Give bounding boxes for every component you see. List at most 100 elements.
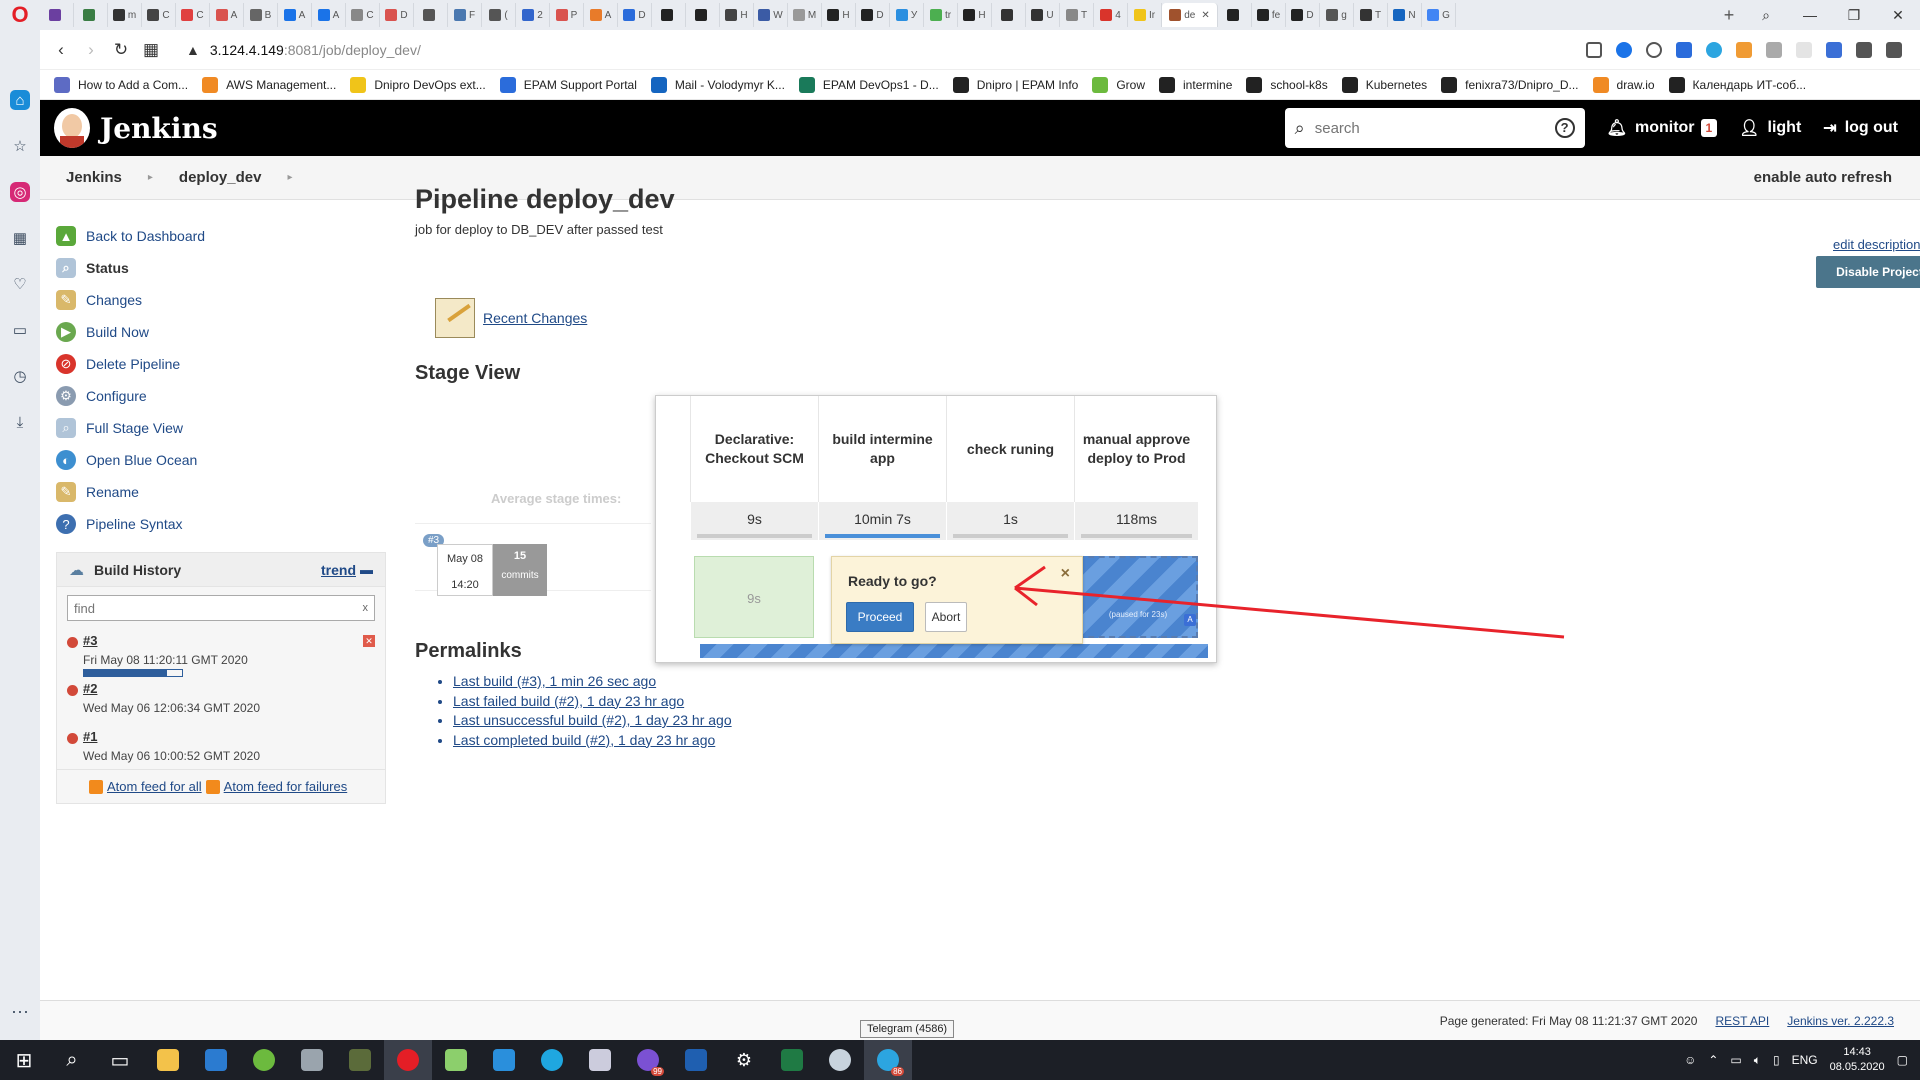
stage-cell-paused[interactable]: (paused for 23s) A xyxy=(1078,556,1198,638)
bookmark-item[interactable]: Kubernetes xyxy=(1341,76,1427,93)
save-to-pocket-icon[interactable] xyxy=(1676,41,1692,58)
opera-logo-icon[interactable]: O xyxy=(0,0,40,30)
browser-tab[interactable]: M xyxy=(788,3,822,27)
atom-feed-failures-link[interactable]: Atom feed for failures xyxy=(224,779,348,794)
task-open-blue-ocean[interactable]: ◐ Open Blue Ocean xyxy=(56,444,326,476)
more-icon[interactable]: ··· xyxy=(0,1001,40,1022)
build-link[interactable]: #3 xyxy=(83,633,97,648)
vpn-shield-icon[interactable] xyxy=(1616,41,1632,58)
virtualbox-icon[interactable] xyxy=(576,1040,624,1080)
monitor-button[interactable]: 🔔︎ monitor 1 xyxy=(1607,118,1718,138)
help-icon[interactable]: ? xyxy=(1554,118,1575,138)
calculator-app-icon[interactable] xyxy=(672,1040,720,1080)
telegram-taskbar-icon[interactable]: 86 xyxy=(864,1040,912,1080)
bookmark-item[interactable]: fenixra73/Dnipro_D... xyxy=(1441,76,1579,93)
browser-tab[interactable]: ( xyxy=(482,3,516,27)
browser-tab[interactable]: H xyxy=(822,3,856,27)
cancel-build-icon[interactable]: ✕ xyxy=(363,635,375,647)
bookmark-item[interactable]: draw.io xyxy=(1592,76,1655,93)
breadcrumb-jenkins[interactable]: Jenkins xyxy=(66,169,122,186)
browser-tab[interactable]: N xyxy=(1388,3,1422,27)
bookmark-item[interactable]: EPAM Support Portal xyxy=(499,76,637,93)
permalink-last-unsuccessful[interactable]: Last unsuccessful build (#2), 1 day 23 h… xyxy=(453,712,732,728)
browser-tab[interactable]: D xyxy=(856,3,890,27)
tray-chevron-up-icon[interactable]: ⌃ xyxy=(1708,1053,1718,1067)
task-full-stage-view[interactable]: ⌕ Full Stage View xyxy=(56,412,326,444)
disable-project-button[interactable]: Disable Project xyxy=(1816,256,1920,288)
trend-link[interactable]: trend xyxy=(321,562,356,578)
jenkins-version-link[interactable]: Jenkins ver. 2.222.3 xyxy=(1787,1014,1894,1028)
task-pipeline-syntax[interactable]: ? Pipeline Syntax xyxy=(56,508,326,540)
paint-icon[interactable] xyxy=(816,1040,864,1080)
notifications-icon[interactable]: ▢ xyxy=(1897,1053,1908,1067)
utorrent-icon[interactable] xyxy=(240,1040,288,1080)
bookmark-item[interactable]: Mail - Volodymyr K... xyxy=(650,76,785,93)
menu-icon[interactable] xyxy=(1886,41,1902,58)
volume-icon[interactable]: 🔈︎ xyxy=(1754,1053,1761,1068)
browser-tab[interactable]: m xyxy=(108,3,142,27)
browser-tab[interactable]: A xyxy=(312,3,346,27)
build-link[interactable]: #2 xyxy=(83,681,97,696)
proceed-button[interactable]: Proceed xyxy=(846,602,914,632)
browser-tab[interactable]: 2 xyxy=(516,3,550,27)
download-ext-icon[interactable] xyxy=(1766,41,1782,58)
recent-changes-link[interactable]: Recent Changes xyxy=(483,310,587,326)
browser-tab[interactable]: tr xyxy=(924,3,958,27)
settings-gear-icon[interactable]: ⚙ xyxy=(720,1040,768,1080)
speed-dial-icon[interactable]: ▦ xyxy=(136,40,166,60)
bookmark-item[interactable]: Dnipro DevOps ext... xyxy=(350,76,486,93)
browser-tab[interactable] xyxy=(686,3,720,27)
telegram-ext-icon[interactable] xyxy=(1706,41,1722,58)
breadcrumb-deploy-dev[interactable]: deploy_dev xyxy=(179,169,262,186)
task-configure[interactable]: ⚙ Configure xyxy=(56,380,326,412)
browser-tab[interactable] xyxy=(74,3,108,27)
clear-filter-icon[interactable]: x xyxy=(363,602,369,614)
rest-api-link[interactable]: REST API xyxy=(1715,1014,1769,1028)
battery-icon[interactable]: ▭ xyxy=(1730,1053,1741,1067)
downloads-toolbar-icon[interactable] xyxy=(1856,41,1872,58)
browser-tab[interactable] xyxy=(652,3,686,27)
task-delete-pipeline[interactable]: ⊘ Delete Pipeline xyxy=(56,348,326,380)
build-date[interactable]: Fri May 08 11:20:11 GMT 2020 xyxy=(83,653,248,667)
jenkins-logo[interactable]: Jenkins xyxy=(54,108,218,148)
translate-icon[interactable] xyxy=(1826,41,1842,58)
bookmark-item[interactable]: intermine xyxy=(1159,76,1232,93)
browser-tab[interactable]: fe xyxy=(1252,3,1286,27)
bookmark-item[interactable]: AWS Management... xyxy=(202,76,336,93)
apps-grid-icon[interactable]: ▦ xyxy=(10,228,30,248)
clock[interactable]: 14:43 08.05.2020 xyxy=(1830,1045,1885,1075)
permalink-last-build[interactable]: Last build (#3), 1 min 26 sec ago xyxy=(453,673,656,689)
downloads-icon[interactable]: ⤓ xyxy=(10,412,30,432)
browser-tab[interactable]: U xyxy=(1026,3,1060,27)
bookmark-item[interactable]: Календарь ИТ-соб... xyxy=(1668,76,1806,93)
task-rename[interactable]: ✎ Rename xyxy=(56,476,326,508)
stage-cell-success[interactable]: 9s xyxy=(694,556,814,638)
close-icon[interactable]: × xyxy=(1061,565,1070,583)
browser-tab[interactable]: A xyxy=(210,3,244,27)
file-explorer-icon[interactable] xyxy=(144,1040,192,1080)
camera-icon[interactable] xyxy=(1586,41,1602,58)
translate-icon[interactable]: A xyxy=(1184,614,1196,626)
bookmark-item[interactable]: Dnipro | EPAM Info xyxy=(952,76,1078,93)
build-progress-bar[interactable] xyxy=(83,669,183,677)
browser-tab[interactable] xyxy=(414,3,448,27)
build-filter-input[interactable] xyxy=(74,600,363,616)
browser-tab[interactable]: W xyxy=(754,3,788,27)
browser-tab[interactable]: C xyxy=(176,3,210,27)
excel-icon[interactable] xyxy=(768,1040,816,1080)
vscode-icon[interactable] xyxy=(480,1040,528,1080)
reload-icon[interactable]: ↻ xyxy=(106,40,136,60)
browser-tab[interactable]: T xyxy=(1060,3,1094,27)
search-icon[interactable]: ⌕ xyxy=(48,1040,96,1080)
screen-tool-icon[interactable] xyxy=(336,1040,384,1080)
bookmark-item[interactable]: EPAM DevOps1 - D... xyxy=(798,76,939,93)
commits-box[interactable]: 15 commits xyxy=(493,544,547,596)
back-icon[interactable]: ‹ xyxy=(46,40,76,60)
browser-tab[interactable]: A xyxy=(584,3,618,27)
browser-tab[interactable]: 4 xyxy=(1094,3,1128,27)
browser-tab[interactable]: F xyxy=(448,3,482,27)
permalink-last-completed[interactable]: Last completed build (#2), 1 day 23 hr a… xyxy=(453,732,715,748)
permalink-last-failed[interactable]: Last failed build (#2), 1 day 23 hr ago xyxy=(453,693,684,709)
browser-tab[interactable]: D xyxy=(1286,3,1320,27)
abort-button[interactable]: Abort xyxy=(925,602,967,632)
